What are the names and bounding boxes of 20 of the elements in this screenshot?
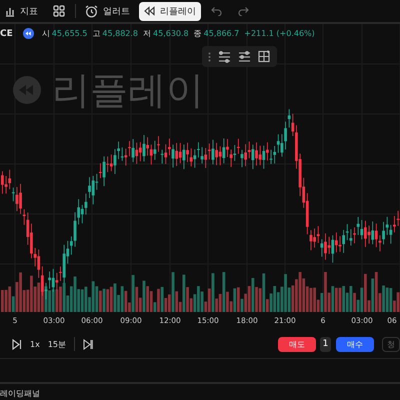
- ohlc-label: 저: [143, 28, 152, 39]
- buy-button[interactable]: 매수: [336, 336, 374, 352]
- price-change: +211.1 (+0.46%): [244, 29, 315, 38]
- interval-button[interactable]: 15분: [48, 338, 66, 350]
- indicators-button[interactable]: 지표: [0, 2, 43, 20]
- replay-overlay-text: 리플레이: [52, 68, 204, 112]
- replay-button[interactable]: 리플레이: [139, 2, 201, 20]
- quantity-field[interactable]: 1: [320, 336, 331, 352]
- ohlc-label: 종: [194, 28, 202, 39]
- ohlc-label: 고: [92, 28, 100, 39]
- ohlc-value: 45,866.7: [204, 29, 240, 38]
- symbol-label: CE: [0, 28, 13, 38]
- panel-title: 레이딩패널: [0, 389, 40, 398]
- ohlc-value: 45,630.8: [153, 29, 189, 38]
- ohlc-label: 시: [42, 28, 50, 39]
- alert-button[interactable]: 얼러트: [80, 2, 135, 20]
- sell-button[interactable]: 매도: [278, 336, 316, 352]
- ohlc-value: 45,655.5: [52, 29, 88, 38]
- speed-button[interactable]: 1x: [30, 340, 40, 348]
- ohlc-value: 45,882.8: [102, 29, 138, 38]
